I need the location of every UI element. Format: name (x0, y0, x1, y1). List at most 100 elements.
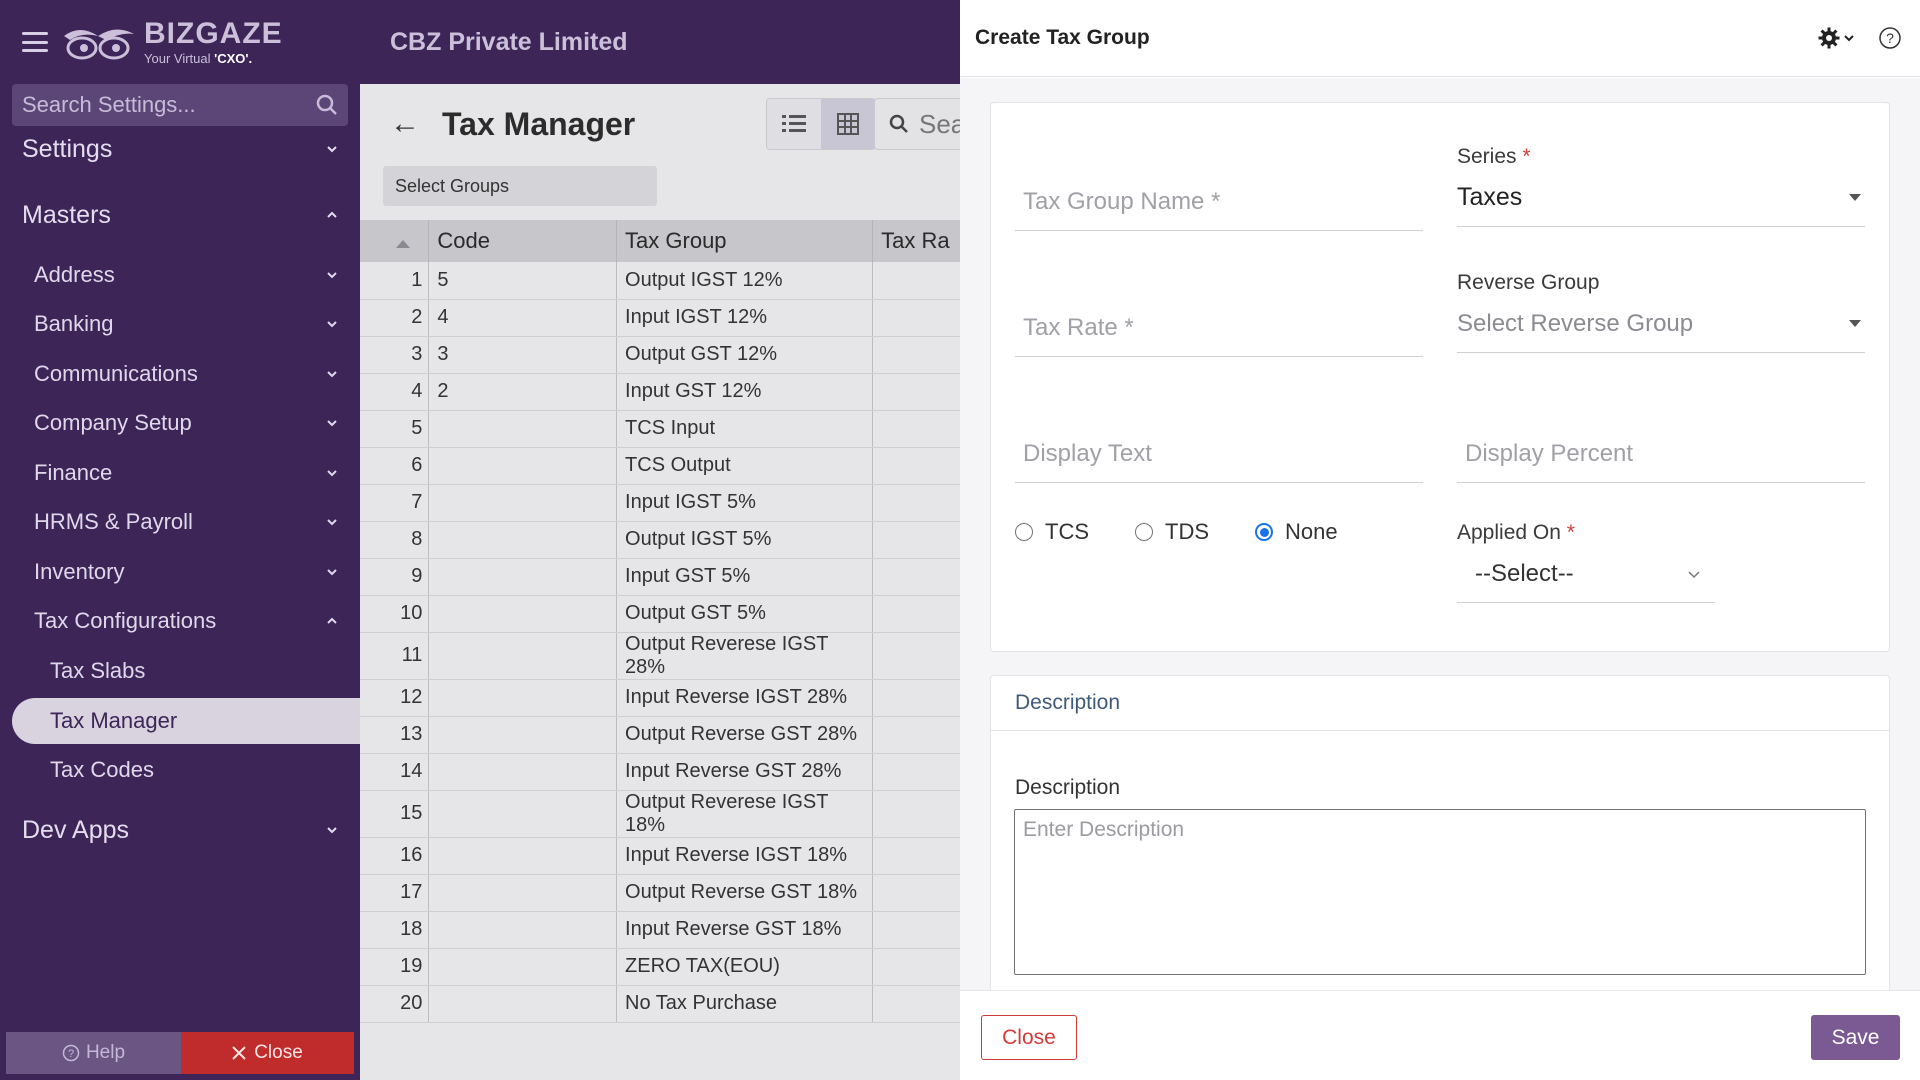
settings-menu[interactable] (1818, 27, 1856, 49)
column-header-tax-group[interactable]: Tax Group (616, 220, 874, 262)
tax-group-cell: Output Reverese IGST 18% (616, 790, 874, 838)
tax-rate-cell (872, 373, 960, 411)
sort-ascending-icon[interactable] (396, 240, 410, 248)
radio-tcs[interactable]: TCS (1015, 519, 1089, 545)
table-row[interactable]: 19 ZERO TAX(EOU) (360, 948, 960, 986)
table-row[interactable]: 20 No Tax Purchase (360, 985, 960, 1023)
description-label: Description (1015, 776, 1121, 799)
sidebar-item-hrms-payroll[interactable]: HRMS & Payroll (0, 498, 360, 548)
reverse-group-select[interactable]: Select Reverse Group (1457, 295, 1865, 353)
display-percent-input[interactable] (1457, 425, 1865, 483)
code-cell (428, 410, 618, 448)
table-row[interactable]: 5 TCS Input (360, 410, 960, 448)
table-row[interactable]: 17 Output Reverse GST 18% (360, 874, 960, 912)
sidebar-item-label: Tax Manager (50, 707, 178, 733)
radio-none[interactable]: None (1255, 519, 1338, 545)
search-icon[interactable] (316, 94, 338, 116)
sidebar-close-button[interactable]: Close (181, 1032, 354, 1074)
save-button[interactable]: Save (1811, 1015, 1900, 1060)
table-row[interactable]: 2 4 Input IGST 12% (360, 299, 960, 337)
nav-masters[interactable]: Masters (0, 192, 360, 238)
table-row[interactable]: 11 Output Reverese IGST 28% (360, 632, 960, 680)
tax-group-cell: ZERO TAX(EOU) (616, 948, 874, 986)
sidebar-item-communications[interactable]: Communications (0, 349, 360, 399)
sidebar-item-tax-slabs[interactable]: Tax Slabs (0, 646, 360, 696)
nav-settings[interactable]: Settings (0, 126, 360, 172)
table-row[interactable]: 12 Input Reverse IGST 28% (360, 679, 960, 717)
tax-rate-cell (872, 985, 960, 1023)
code-cell (428, 716, 618, 754)
code-cell (428, 632, 618, 680)
row-number-cell: 15 (360, 790, 430, 838)
radio-button-selected[interactable] (1255, 523, 1273, 541)
settings-search-input[interactable] (22, 92, 302, 118)
applied-on-field: Applied On * --Select-- (1457, 521, 1757, 603)
radio-button[interactable] (1135, 523, 1153, 541)
table-row[interactable]: 14 Input Reverse GST 28% (360, 753, 960, 791)
tax-group-cell: TCS Output (616, 447, 874, 485)
table-row[interactable]: 13 Output Reverse GST 28% (360, 716, 960, 754)
radio-tds[interactable]: TDS (1135, 519, 1209, 545)
sidebar-item-finance[interactable]: Finance (0, 448, 360, 498)
sidebar-item-tax-codes[interactable]: Tax Codes (0, 746, 360, 796)
help-button[interactable]: ? Help (6, 1032, 181, 1074)
sidebar-item-inventory[interactable]: Inventory (0, 547, 360, 597)
sidebar-item-banking[interactable]: Banking (0, 300, 360, 350)
applied-on-select[interactable]: --Select-- (1457, 545, 1715, 603)
table-row[interactable]: 7 Input IGST 5% (360, 484, 960, 522)
table-row[interactable]: 4 2 Input GST 12% (360, 373, 960, 411)
column-header-code[interactable]: Code (428, 220, 618, 262)
table-row[interactable]: 18 Input Reverse GST 18% (360, 911, 960, 949)
table-row[interactable]: 8 Output IGST 5% (360, 521, 960, 559)
back-arrow-icon[interactable]: ← (390, 107, 420, 141)
code-cell (428, 558, 618, 596)
table-row[interactable]: 10 Output GST 5% (360, 595, 960, 633)
tax-rate-cell (872, 595, 960, 633)
chevron-down-icon (327, 321, 337, 328)
code-cell (428, 837, 618, 875)
svg-text:?: ? (68, 1048, 74, 1060)
grid-search-box[interactable]: Sea (874, 98, 960, 150)
company-name[interactable]: CBZ Private Limited (390, 28, 628, 57)
sidebar-item-label: Tax Slabs (50, 657, 146, 683)
tax-group-name-input[interactable] (1015, 173, 1423, 231)
grid-view-icon[interactable] (821, 99, 875, 149)
reverse-group-placeholder: Select Reverse Group (1457, 309, 1694, 337)
settings-search-box (12, 84, 348, 126)
table-row[interactable]: 6 TCS Output (360, 447, 960, 485)
nav-dev-apps[interactable]: Dev Apps (0, 807, 360, 853)
top-bar: CBZ Private Limited (360, 0, 960, 84)
column-header-index[interactable] (360, 220, 430, 262)
table-row[interactable]: 1 5 Output IGST 12% (360, 262, 960, 300)
description-textarea[interactable] (1014, 809, 1866, 975)
table-row[interactable]: 16 Input Reverse IGST 18% (360, 837, 960, 875)
sidebar-item-label: Communications (34, 360, 198, 386)
bizgaze-logo[interactable]: BIZGAZE Your Virtual 'CXO'. (62, 19, 283, 65)
select-groups-dropdown[interactable]: Select Groups (383, 166, 657, 206)
row-number-cell: 17 (360, 874, 430, 912)
close-button[interactable]: Close (981, 1015, 1077, 1060)
table-row[interactable]: 15 Output Reverese IGST 18% (360, 790, 960, 838)
display-text-input[interactable] (1015, 425, 1423, 483)
sidebar-item-address[interactable]: Address (0, 250, 360, 300)
tax-rate-input[interactable] (1015, 299, 1423, 357)
table-row[interactable]: 9 Input GST 5% (360, 558, 960, 596)
hamburger-menu-icon[interactable] (22, 32, 48, 52)
tax-rate-cell (872, 948, 960, 986)
column-header-tax-rate[interactable]: Tax Ra (872, 220, 960, 262)
table-row[interactable]: 3 3 Output GST 12% (360, 336, 960, 374)
sidebar-item-tax-manager[interactable]: Tax Manager (12, 697, 360, 744)
settings-sidebar: BIZGAZE Your Virtual 'CXO'. Settings Mas… (0, 0, 360, 1080)
code-cell: 3 (428, 336, 618, 374)
tax-group-cell: Input IGST 12% (616, 299, 874, 337)
sidebar-item-company-setup[interactable]: Company Setup (0, 399, 360, 449)
help-icon[interactable]: ? (1878, 26, 1902, 50)
tax-group-cell: Input GST 5% (616, 558, 874, 596)
radio-button[interactable] (1015, 523, 1033, 541)
tax-group-cell: Output Reverse GST 28% (616, 716, 874, 754)
series-select[interactable]: Taxes (1457, 169, 1865, 227)
tax-rate-cell (872, 410, 960, 448)
chevron-down-icon (327, 146, 337, 153)
list-view-icon[interactable] (767, 99, 821, 149)
sidebar-item-tax-configurations[interactable]: Tax Configurations (0, 597, 360, 647)
